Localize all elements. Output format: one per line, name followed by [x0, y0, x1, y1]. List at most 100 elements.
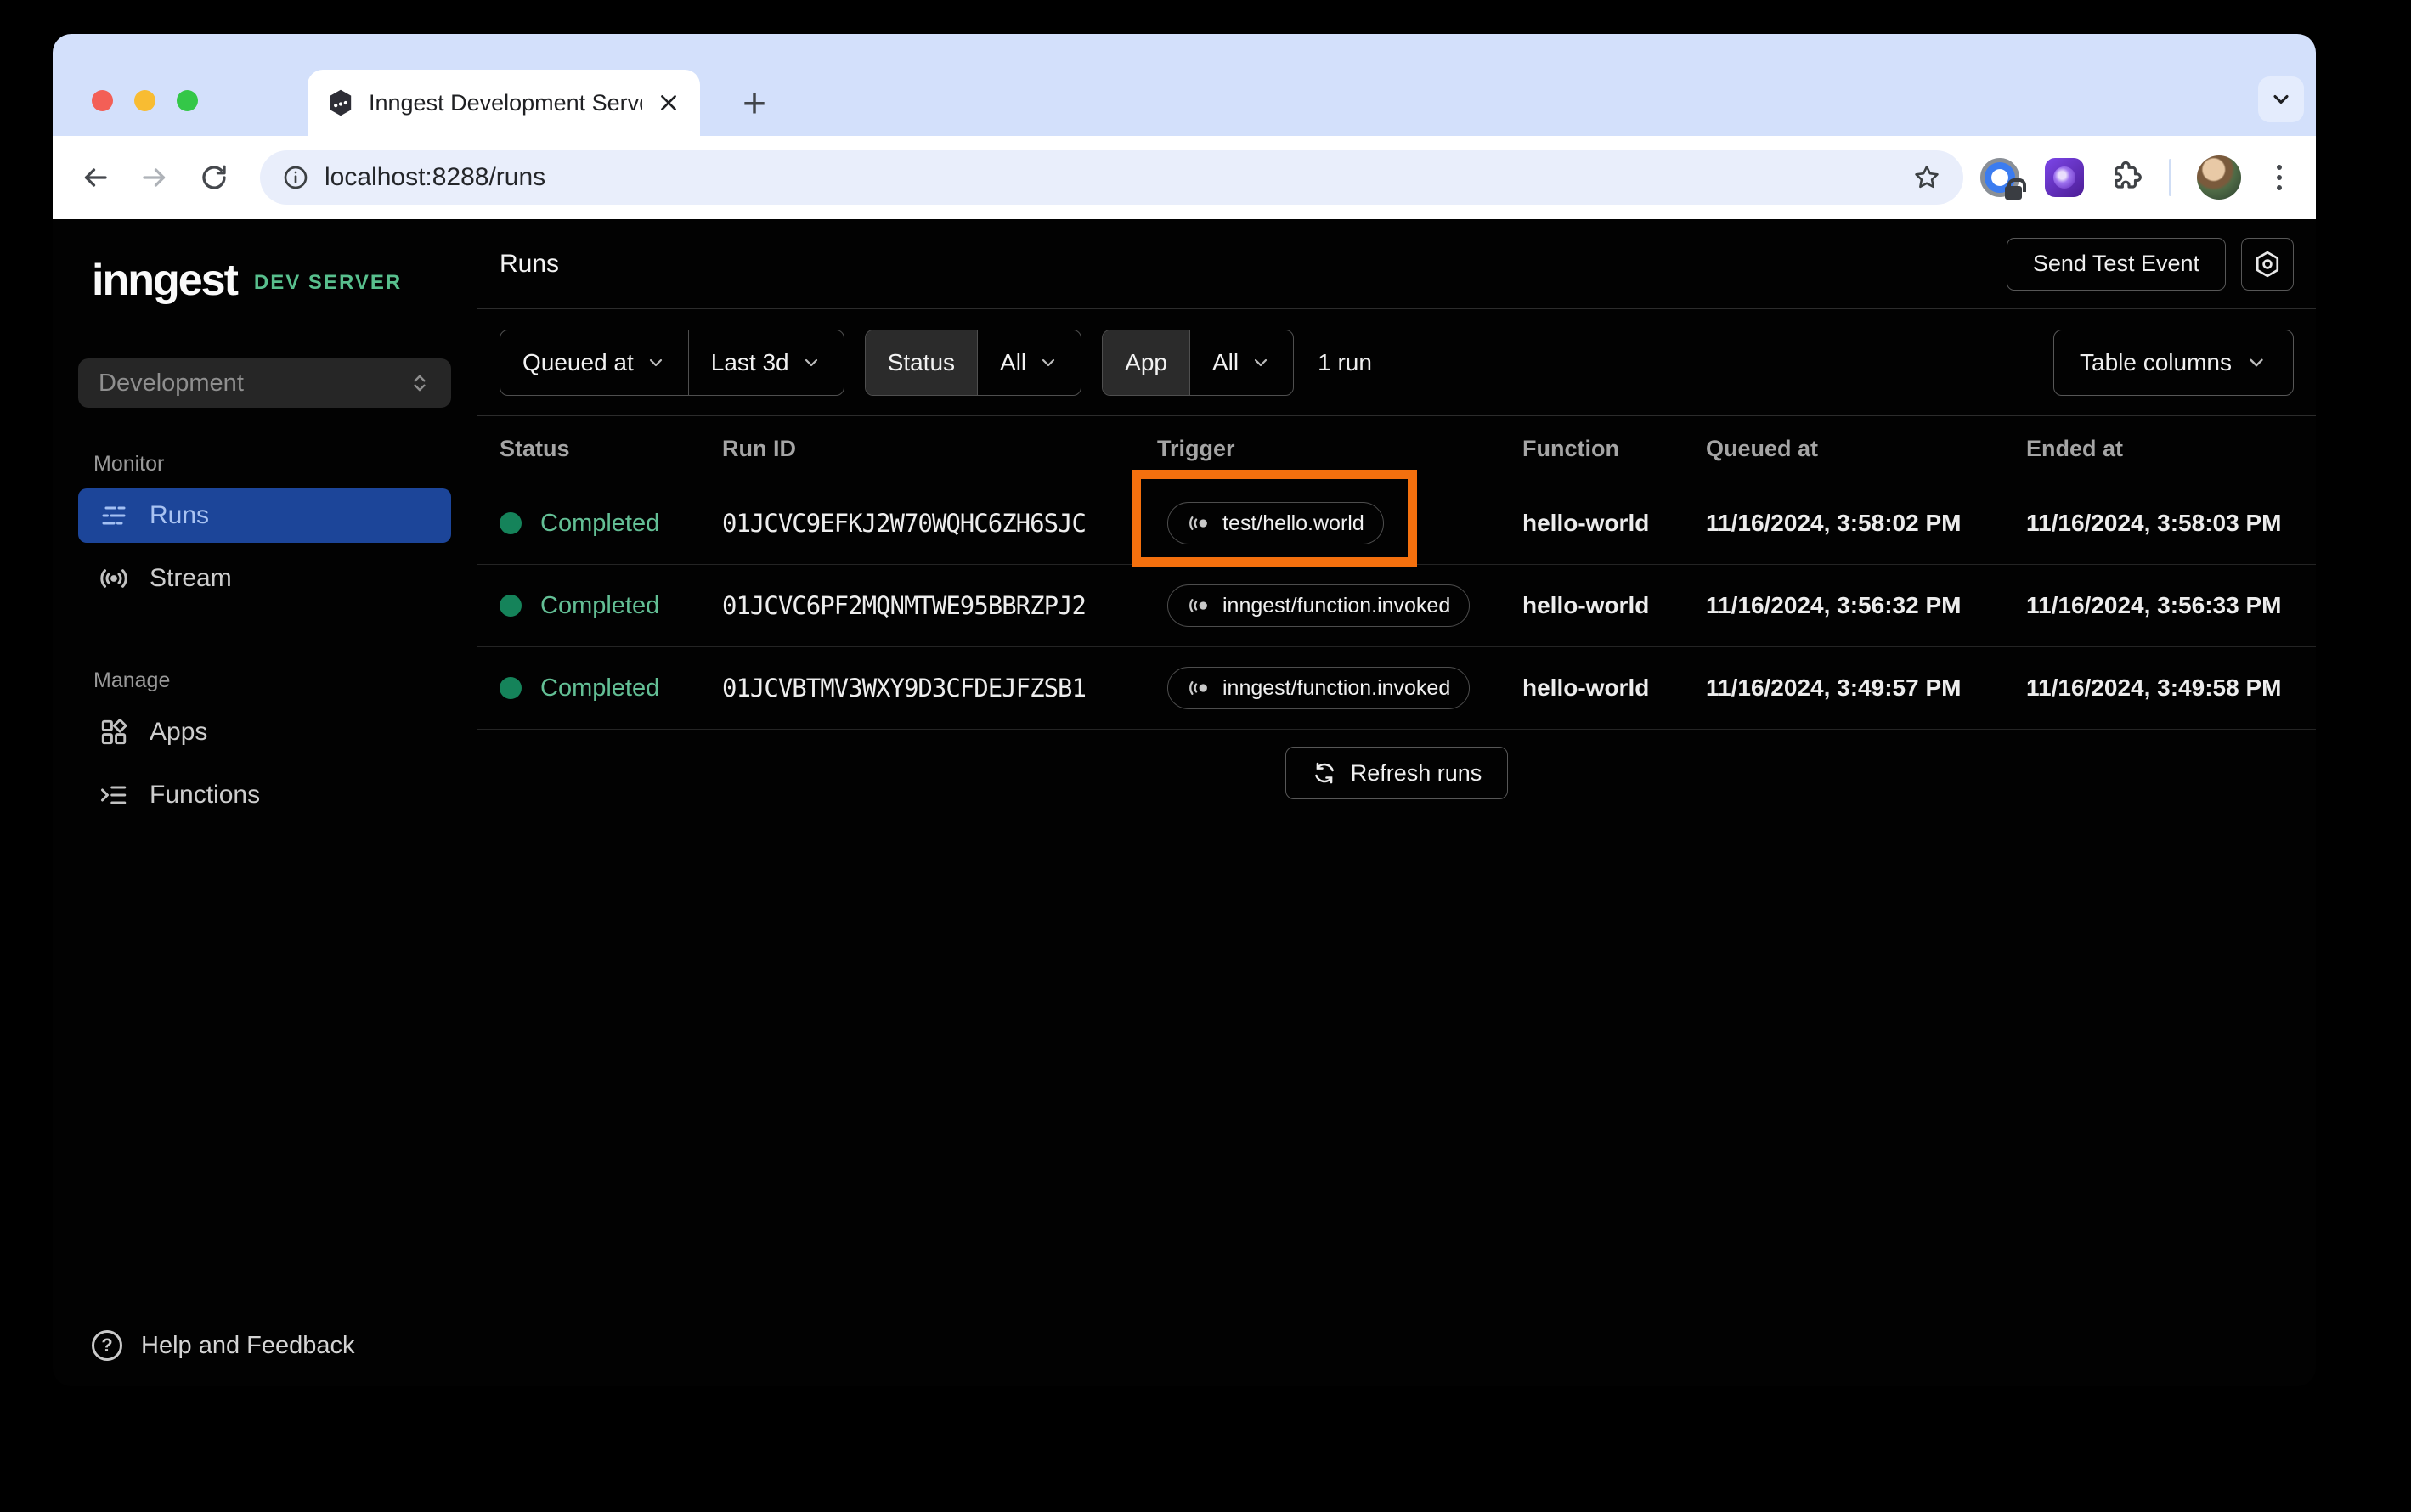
purple-extension-icon[interactable] [2045, 158, 2084, 197]
page-header: Runs Send Test Event [477, 219, 2316, 309]
ended-at: 11/16/2024, 3:49:58 PM [2026, 674, 2282, 701]
chevron-down-icon [1251, 353, 1271, 373]
page-title: Runs [500, 249, 560, 278]
trigger-badge[interactable]: inngest/function.invoked [1167, 667, 1471, 709]
help-and-feedback[interactable]: ? Help and Feedback [92, 1330, 451, 1361]
forward-icon[interactable] [136, 159, 173, 196]
app-filter-value[interactable]: All [1189, 330, 1293, 395]
chevron-down-icon [1038, 353, 1059, 373]
help-icon: ? [92, 1330, 122, 1361]
run-id: 01JCVC9EFKJ2W70WQHC6ZH6SJC [722, 509, 1087, 538]
extensions-row [1980, 155, 2292, 200]
minimize-window-button[interactable] [134, 90, 155, 111]
browser-toolbar: localhost:8288/runs [53, 136, 2316, 219]
toolbar-divider [2169, 159, 2171, 196]
sidebar-item-label: Runs [150, 501, 210, 529]
sidebar-item-runs[interactable]: Runs [78, 488, 451, 543]
run-id: 01JCVC6PF2MQNMTWE95BBRZPJ2 [722, 591, 1087, 620]
run-id: 01JCVBTMV3WXY9D3CFDEJFZSB1 [722, 674, 1087, 702]
browser-tab[interactable]: Inngest Development Server [308, 70, 700, 136]
column-header-status: Status [500, 436, 570, 461]
maximize-window-button[interactable] [177, 90, 198, 111]
inngest-favicon-icon [326, 88, 355, 117]
chevron-down-icon [2245, 352, 2267, 374]
ended-at: 11/16/2024, 3:58:03 PM [2026, 510, 2282, 536]
environment-select[interactable]: Development [78, 358, 451, 408]
status-filter-label: Status [865, 330, 978, 395]
time-field-filter[interactable]: Queued at [500, 330, 688, 395]
tab-search-button[interactable] [2258, 76, 2304, 122]
select-updown-icon [409, 372, 431, 394]
browser-window: Inngest Development Server + localhost:8… [53, 34, 2316, 1386]
column-header-function: Function [1522, 436, 1619, 461]
sidebar: inngest DEV SERVER Development Monitor R… [53, 219, 477, 1386]
table-columns-button[interactable]: Table columns [2053, 329, 2294, 396]
tab-close-icon[interactable] [656, 90, 681, 116]
event-trigger-icon [1187, 676, 1211, 700]
back-icon[interactable] [76, 159, 114, 196]
refresh-runs-button[interactable]: Refresh runs [1285, 747, 1509, 799]
send-test-event-button[interactable]: Send Test Event [2006, 237, 2226, 291]
dev-server-badge: DEV SERVER [253, 271, 403, 294]
inngest-logo: inngest [92, 256, 239, 305]
site-info-icon[interactable] [282, 164, 309, 191]
reload-icon[interactable] [195, 159, 233, 196]
status-filter-group: Status All [864, 329, 1082, 396]
app-filter-label: App [1103, 330, 1189, 395]
status-text: Completed [540, 591, 660, 619]
run-count: 1 run [1318, 348, 1372, 375]
chevron-down-icon [801, 353, 822, 373]
apps-icon [99, 717, 129, 748]
column-header-ended-at: Ended at [2026, 436, 2124, 461]
sidebar-item-apps[interactable]: Apps [78, 705, 451, 759]
status-filter-value[interactable]: All [977, 330, 1081, 395]
time-filter-group: Queued at Last 3d [500, 329, 844, 396]
tab-title: Inngest Development Server [369, 89, 642, 116]
trigger-badge[interactable]: test/hello.world [1167, 502, 1384, 544]
table-row[interactable]: Completed 01JCVC6PF2MQNMTWE95BBRZPJ2 inn… [477, 565, 2316, 647]
table-row[interactable]: Completed 01JCVBTMV3WXY9D3CFDEJFZSB1 inn… [477, 647, 2316, 730]
functions-icon [99, 780, 129, 810]
profile-avatar[interactable] [2197, 155, 2241, 200]
runs-icon [99, 500, 129, 531]
table-header: Status Run ID Trigger Function Queued at… [477, 416, 2316, 482]
bookmark-star-icon[interactable] [1912, 163, 1941, 192]
manage-section-label: Manage [93, 669, 171, 692]
app-filter-group: App All [1102, 329, 1295, 396]
filter-bar: Queued at Last 3d Status All App All 1 r… [477, 309, 2316, 416]
function-name: hello-world [1522, 674, 1650, 701]
column-header-run-id: Run ID [722, 436, 796, 461]
status-dot [500, 595, 522, 617]
extensions-puzzle-icon[interactable] [2109, 161, 2143, 195]
queued-at: 11/16/2024, 3:58:02 PM [1706, 510, 1962, 536]
settings-button[interactable] [2241, 237, 2294, 291]
status-text: Completed [540, 509, 660, 537]
ended-at: 11/16/2024, 3:56:33 PM [2026, 592, 2282, 618]
status-dot [500, 677, 522, 699]
close-window-button[interactable] [92, 90, 113, 111]
browser-menu-icon[interactable] [2267, 165, 2292, 190]
function-name: hello-world [1522, 592, 1650, 618]
password-manager-extension-icon[interactable] [1980, 158, 2026, 200]
sidebar-item-stream[interactable]: Stream [78, 551, 451, 606]
column-header-trigger: Trigger [1157, 436, 1235, 461]
status-dot [500, 512, 522, 534]
address-bar[interactable]: localhost:8288/runs [260, 150, 1963, 205]
event-trigger-icon [1187, 511, 1211, 535]
traffic-lights [92, 90, 198, 111]
event-trigger-icon [1187, 594, 1211, 618]
queued-at: 11/16/2024, 3:49:57 PM [1706, 674, 1962, 701]
status-text: Completed [540, 674, 660, 702]
monitor-section-label: Monitor [93, 452, 165, 476]
refresh-icon [1312, 760, 1337, 786]
stream-icon [99, 563, 129, 594]
new-tab-button[interactable]: + [732, 82, 776, 127]
queued-at: 11/16/2024, 3:56:32 PM [1706, 592, 1962, 618]
table-row[interactable]: Completed 01JCVC9EFKJ2W70WQHC6ZH6SJC tes… [477, 470, 2316, 567]
function-name: hello-world [1522, 510, 1650, 536]
time-range-filter[interactable]: Last 3d [687, 330, 844, 395]
sidebar-item-functions[interactable]: Functions [78, 768, 451, 822]
tab-strip: Inngest Development Server + [53, 34, 2316, 136]
url-text[interactable]: localhost:8288/runs [325, 163, 1912, 192]
trigger-badge[interactable]: inngest/function.invoked [1167, 584, 1471, 627]
